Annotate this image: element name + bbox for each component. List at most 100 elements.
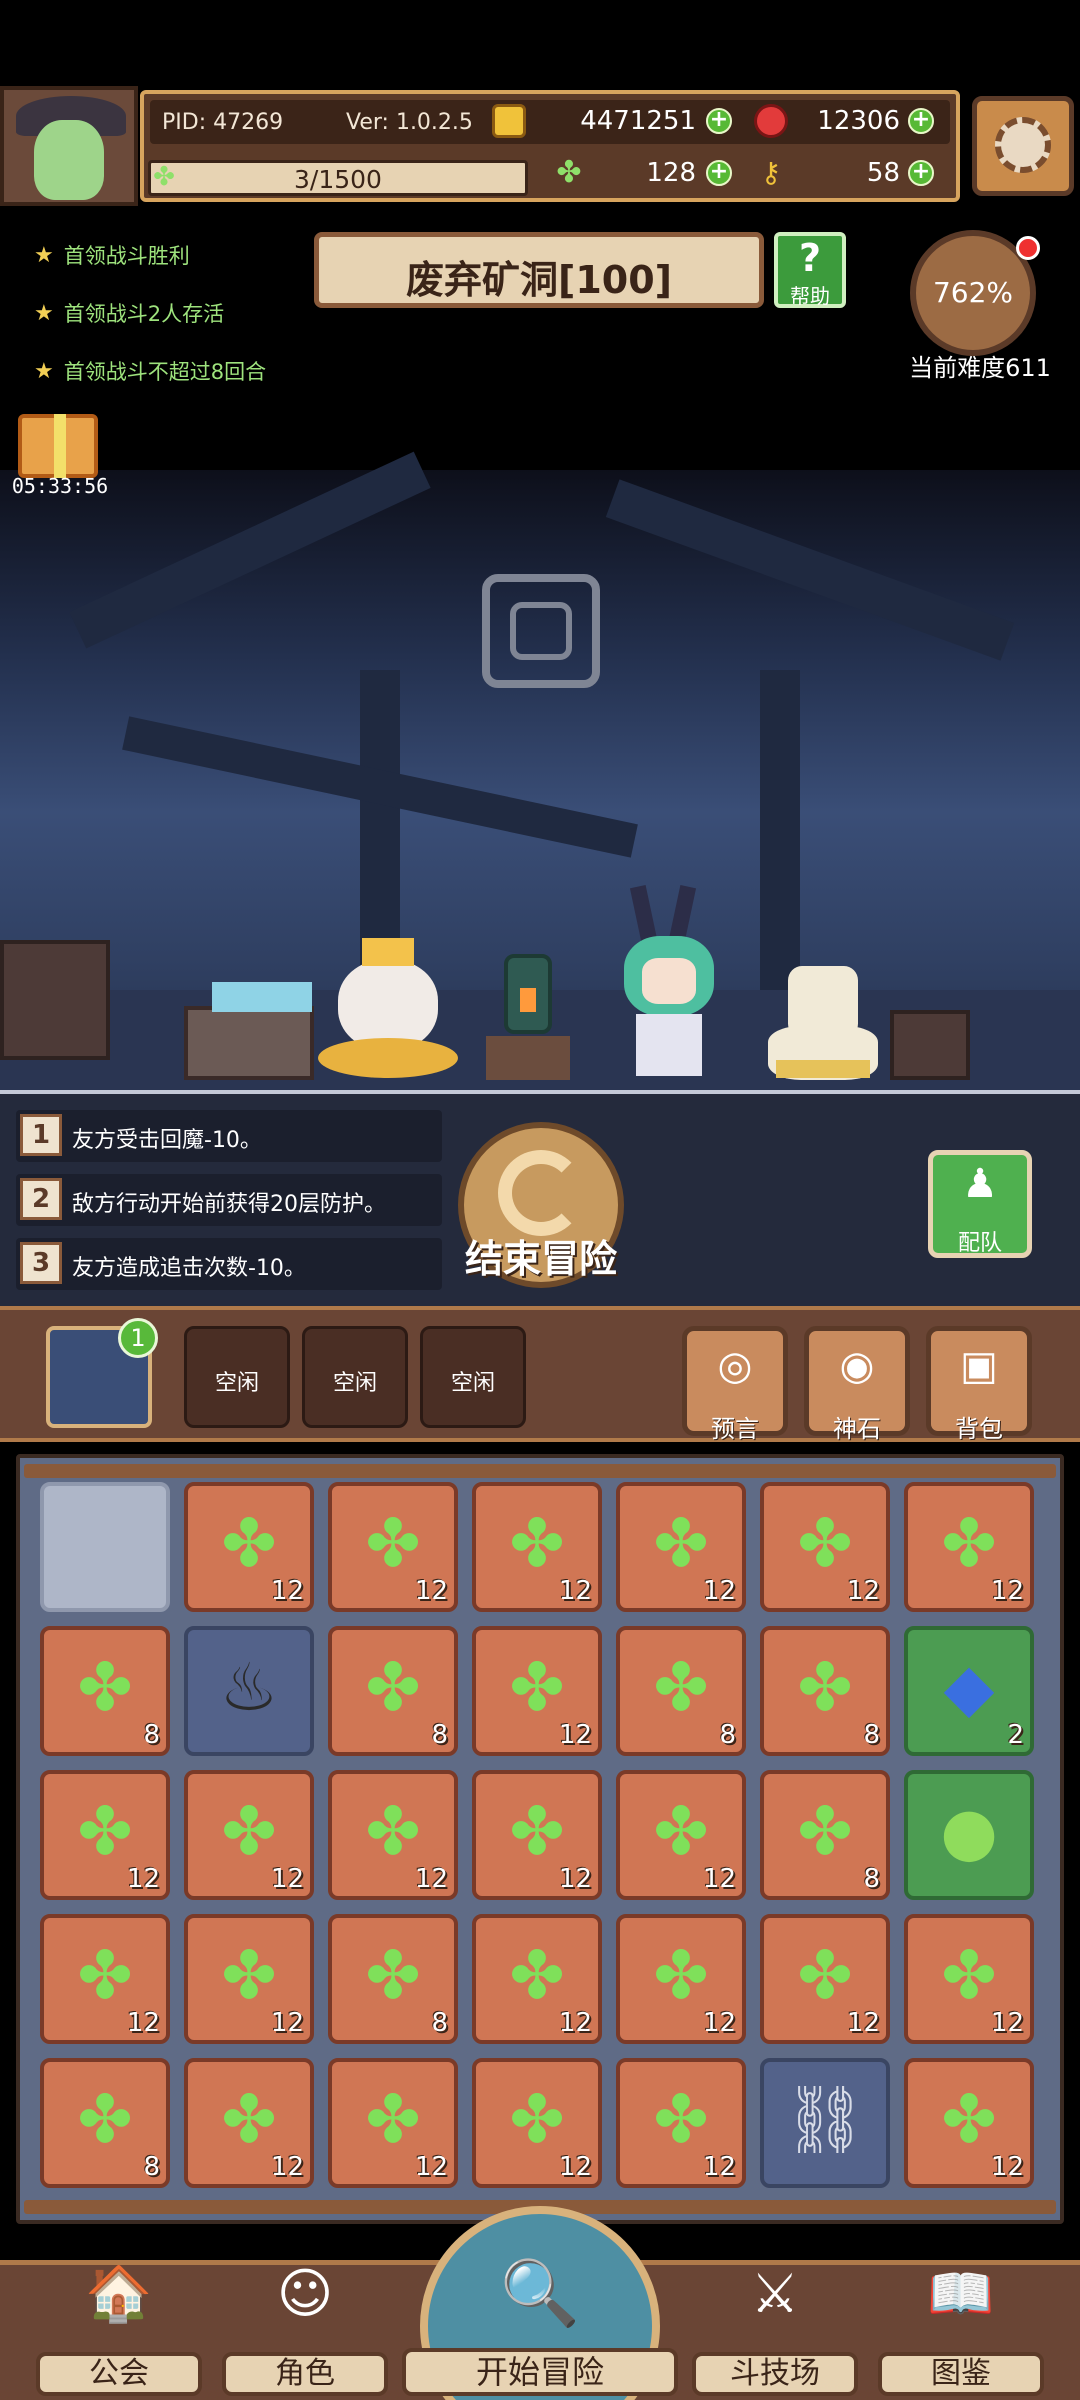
inventory-item-clover[interactable]: ✤ 8 <box>40 1626 170 1756</box>
nav-guild[interactable]: 🏠 公会 <box>36 2252 202 2400</box>
hero-bunny-girl[interactable] <box>614 884 724 1080</box>
inventory-item-cauldron[interactable]: ♨ <box>184 1626 314 1756</box>
inventory-item-chest[interactable]: ⛓ <box>760 2058 890 2188</box>
inventory-item-clover[interactable]: ✤ 8 <box>40 2058 170 2188</box>
item-quantity: 8 <box>431 2008 448 2038</box>
inventory-item-clover[interactable]: ✤ 12 <box>904 2058 1034 2188</box>
inventory-item-clover[interactable]: ✤ 12 <box>904 1482 1034 1612</box>
boss-princess[interactable] <box>318 920 458 1080</box>
gold-coin-icon <box>492 104 526 138</box>
avatar-face <box>34 120 104 200</box>
item-quantity: 12 <box>558 1576 592 1606</box>
nav-arena[interactable]: ⚔ 斗技场 <box>692 2252 858 2400</box>
add-clover-button[interactable]: + <box>706 160 732 186</box>
idle-slot[interactable]: 空闲 <box>420 1326 526 1428</box>
inventory-item-gem-amulet[interactable]: ◆ 2 <box>904 1626 1034 1756</box>
inventory-item-clover[interactable]: ✤ 12 <box>616 1482 746 1612</box>
inventory-item-clover[interactable]: ✤ 12 <box>472 1914 602 2044</box>
inventory-item-clover[interactable]: ✤ 12 <box>904 1914 1034 2044</box>
god-stone-button[interactable]: ◉ 神石 <box>804 1326 910 1443</box>
backpack-button[interactable]: ▣ 背包 <box>926 1326 1032 1443</box>
ore-crystals <box>212 982 312 1012</box>
stage-title: 废弃矿洞[100] <box>405 258 673 302</box>
star-icon: ★ <box>34 242 54 268</box>
cave-beam <box>69 451 431 649</box>
inventory-item-clover[interactable]: ✤ 12 <box>184 1482 314 1612</box>
item-quantity: 12 <box>126 1864 160 1894</box>
slot-bar <box>0 1306 1080 1442</box>
prophecy-button[interactable]: ◎ 预言 <box>682 1326 788 1443</box>
inventory-item-clover[interactable]: ✤ 8 <box>616 1626 746 1756</box>
gem-amulet-icon: ◆ <box>943 1649 995 1726</box>
nav-codex[interactable]: 📖 图鉴 <box>878 2252 1044 2400</box>
inventory-item-clover[interactable]: ✤ 12 <box>328 2058 458 2188</box>
help-button[interactable]: ? 帮助 <box>774 232 846 308</box>
inventory-item-clover[interactable]: ✤ 12 <box>616 1770 746 1900</box>
player-avatar[interactable] <box>0 86 138 206</box>
clover-icon: ✤ <box>365 2081 421 2158</box>
nav-codex-label: 图鉴 <box>878 2352 1044 2396</box>
nav-character[interactable]: ☺ 角色 <box>222 2252 388 2400</box>
inventory-item-clover[interactable]: ✤ 12 <box>184 1770 314 1900</box>
add-key-button[interactable]: + <box>908 160 934 186</box>
add-gem-button[interactable]: + <box>908 108 934 134</box>
item-quantity: 12 <box>558 1864 592 1894</box>
objective-text: 首领战斗2人存活 <box>63 302 225 326</box>
item-quantity: 12 <box>126 2008 160 2038</box>
idle-slot[interactable]: 空闲 <box>184 1326 290 1428</box>
clover-icon: ✤ <box>797 1649 853 1726</box>
inventory-item-slime[interactable]: ● <box>904 1770 1034 1900</box>
stone-icon: ◉ <box>839 1343 875 1389</box>
inventory-item-clover[interactable]: ✤ 8 <box>328 1626 458 1756</box>
idle-label: 空闲 <box>214 1371 259 1396</box>
item-quantity: 12 <box>990 2152 1024 2182</box>
auto-target-icon[interactable] <box>482 574 600 688</box>
nav-start-adventure[interactable]: 🔍 开始冒险 <box>402 2206 678 2400</box>
inventory-item-clover[interactable]: ✤ 12 <box>616 1914 746 2044</box>
inventory-item-clover[interactable]: ✤ 12 <box>472 1770 602 1900</box>
clover-icon: ✤ <box>509 1793 565 1870</box>
clover-icon: ✤ <box>509 1937 565 2014</box>
pet-cat[interactable] <box>768 966 878 1080</box>
inventory-item-clover[interactable]: ✤ 12 <box>328 1770 458 1900</box>
inventory-item-clover[interactable]: ✤ 12 <box>760 1914 890 2044</box>
clover-icon: ✤ <box>77 1937 133 2014</box>
inventory-item-clover[interactable]: ✤ 12 <box>40 1770 170 1900</box>
modifier-text: 敌方行动开始前获得20层防护。 <box>72 1192 386 1217</box>
item-quantity: 12 <box>270 1864 304 1894</box>
cave-beam <box>605 479 1015 661</box>
add-gold-button[interactable]: + <box>706 108 732 134</box>
inventory-item-clover[interactable]: ✤ 8 <box>760 1770 890 1900</box>
item-quantity: 12 <box>270 2008 304 2038</box>
gift-box-button[interactable] <box>18 414 98 478</box>
inventory-item-clover[interactable]: ✤ 8 <box>760 1626 890 1756</box>
inventory-item-clover[interactable]: ✤ 12 <box>616 2058 746 2188</box>
inventory-item-clover[interactable]: ✤ 12 <box>472 2058 602 2188</box>
clover-icon: ✤ <box>797 1505 853 1582</box>
key-icon: ⚷ <box>760 156 782 189</box>
hero-slot[interactable]: 1 <box>46 1318 158 1428</box>
item-quantity: 8 <box>863 1720 880 1750</box>
inventory-item-clover[interactable]: ✤ 12 <box>472 1482 602 1612</box>
clover-icon: ✤ <box>509 2081 565 2158</box>
settings-button[interactable] <box>972 96 1074 196</box>
item-quantity: 12 <box>270 1576 304 1606</box>
end-adventure-button[interactable]: 结束冒险 <box>458 1122 624 1288</box>
formation-button[interactable]: ♟ 配队 <box>928 1150 1032 1258</box>
inventory-item-clover[interactable]: ✤ 12 <box>328 1482 458 1612</box>
inventory-item-clover[interactable]: ✤ 12 <box>184 1914 314 2044</box>
inventory-item-clover[interactable]: ✤ 12 <box>184 2058 314 2188</box>
inventory-item-clover[interactable]: ✤ 12 <box>760 1482 890 1612</box>
idle-slot[interactable]: 空闲 <box>302 1326 408 1428</box>
inventory-item-clover[interactable]: ✤ 12 <box>472 1626 602 1756</box>
item-quantity: 12 <box>558 2008 592 2038</box>
empty-inventory-slot[interactable] <box>40 1482 170 1612</box>
backpack-label: 背包 <box>955 1415 1003 1443</box>
clover-icon: ✤ <box>77 2081 133 2158</box>
gem-amount: 12306 <box>817 106 900 136</box>
clover-amount: 128 <box>646 158 696 188</box>
inventory-item-clover[interactable]: ✤ 12 <box>40 1914 170 2044</box>
clover-icon: ✤ <box>941 1937 997 2014</box>
item-quantity: 2 <box>1007 1720 1024 1750</box>
inventory-item-clover[interactable]: ✤ 8 <box>328 1914 458 2044</box>
